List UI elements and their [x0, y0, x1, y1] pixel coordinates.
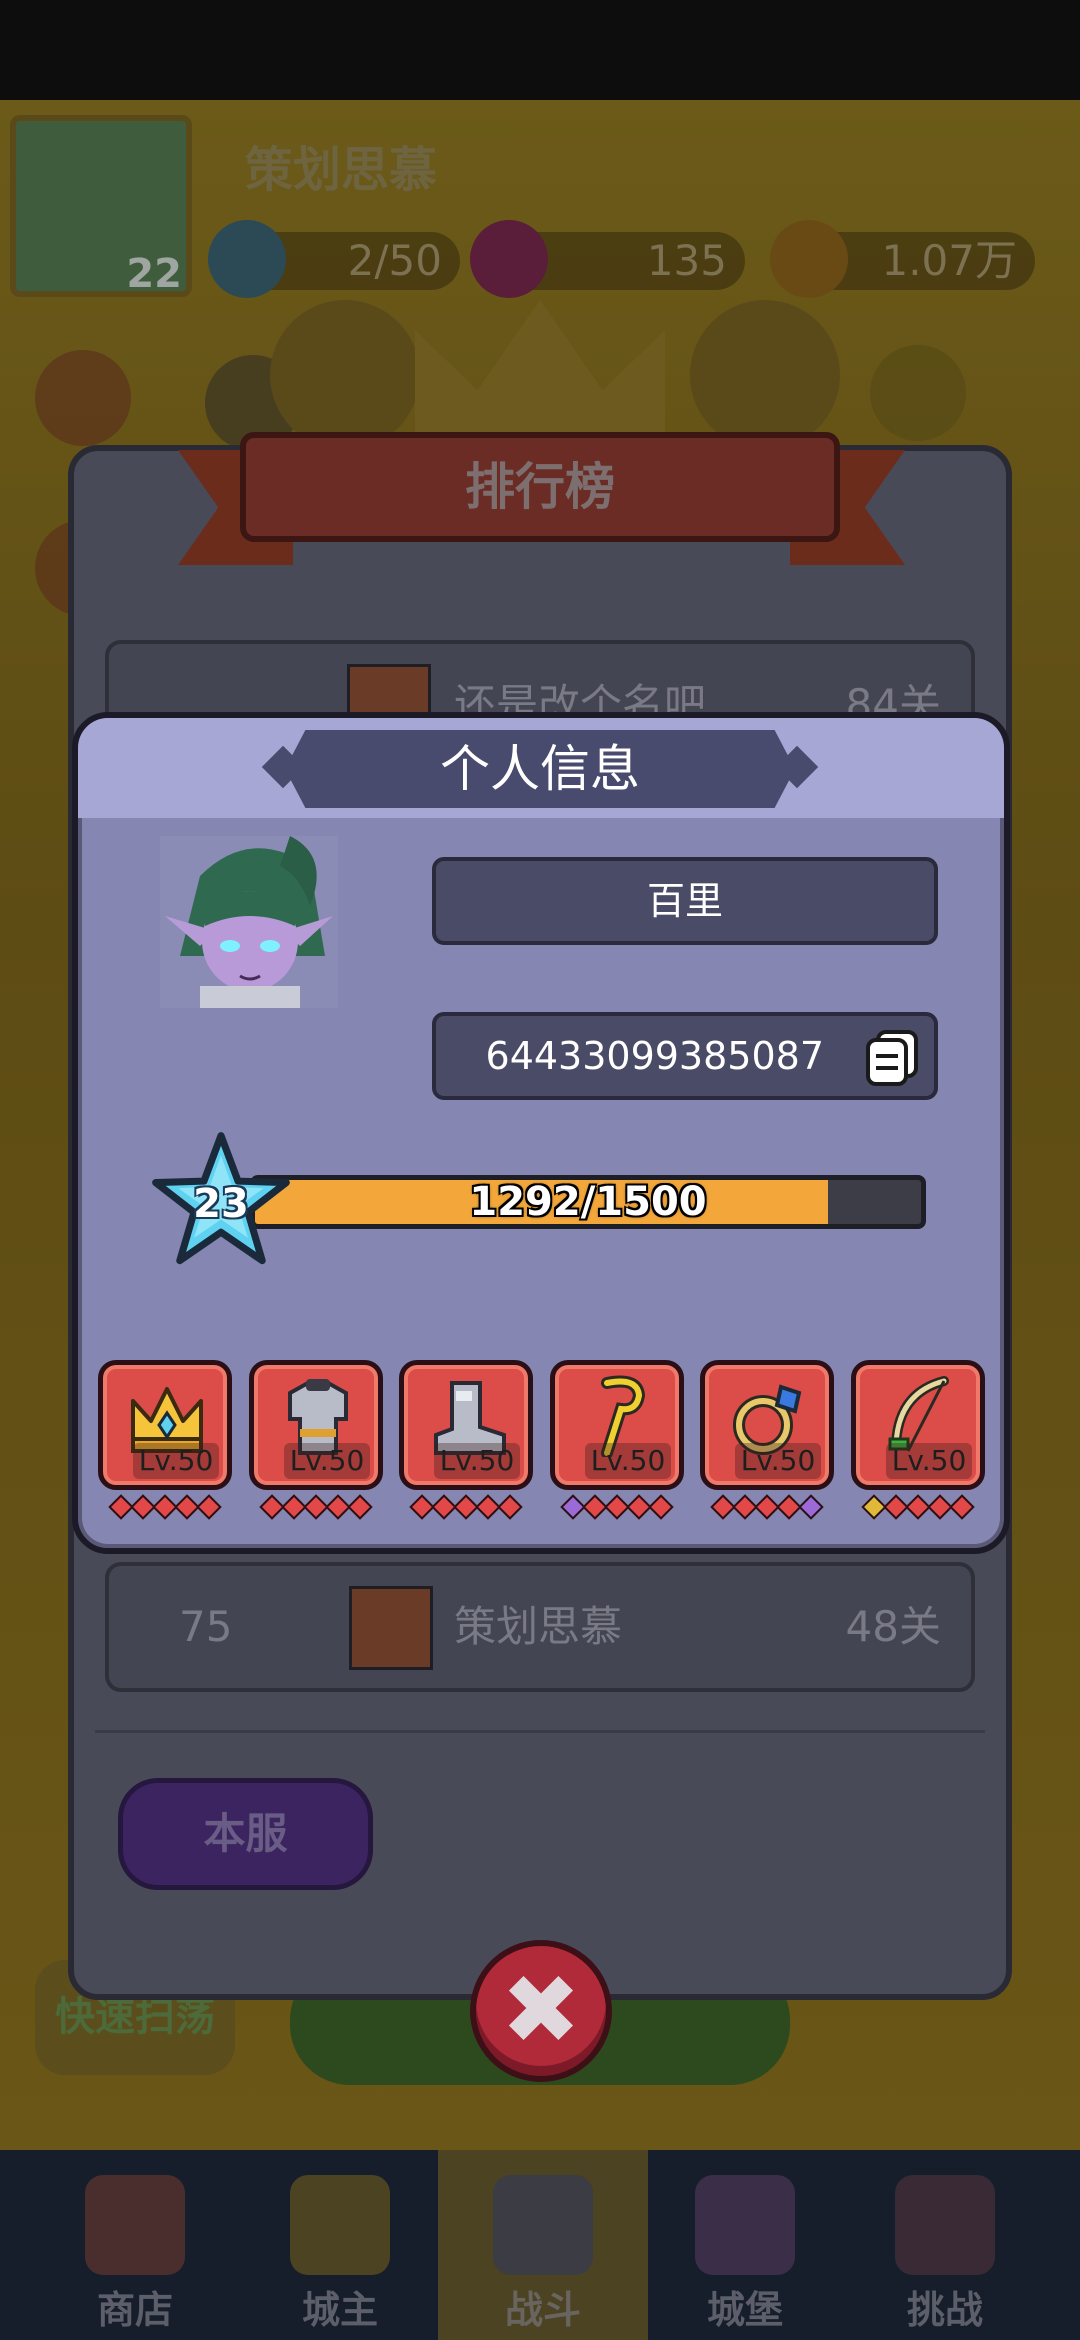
- equipment-slot[interactable]: Lv.50: [98, 1360, 232, 1490]
- gem-red: [949, 1494, 975, 1520]
- player-level: 22: [126, 251, 182, 297]
- player-id-value: 64433099385087: [485, 1034, 824, 1078]
- settings-gear-icon[interactable]: [35, 350, 131, 446]
- xp-progress-text: 1292/1500: [469, 1179, 707, 1225]
- gem-red: [497, 1494, 523, 1520]
- status-bar: [0, 0, 1080, 100]
- row-avatar: [349, 1586, 433, 1670]
- player-avatar[interactable]: 22: [10, 115, 192, 297]
- equipment-gems: [399, 1494, 533, 1520]
- player-name-value: 百里: [646, 879, 723, 923]
- swords-icon: [493, 2175, 593, 2275]
- equipment-slot[interactable]: Lv.50: [550, 1360, 684, 1490]
- hero-avatar: [160, 836, 338, 1008]
- laurel-right-icon: [690, 300, 840, 450]
- ranking-row-self[interactable]: 75 策划思慕 48关: [105, 1562, 975, 1692]
- shop-icon: [85, 2175, 185, 2275]
- gem-red: [648, 1494, 674, 1520]
- gem-red: [347, 1494, 373, 1520]
- castle-icon: [695, 2175, 795, 2275]
- equipment-gems: [98, 1494, 232, 1520]
- nav-battle[interactable]: 战斗: [438, 2150, 648, 2340]
- nav-challenge-label: 挑战: [906, 2288, 983, 2332]
- energy-icon[interactable]: [208, 220, 286, 298]
- equipment-level: Lv.50: [735, 1443, 821, 1479]
- row-stage: 48关: [845, 1602, 941, 1651]
- divider: [95, 1730, 985, 1733]
- nav-castle-label: 城堡: [706, 2288, 783, 2332]
- equipment-level: Lv.50: [284, 1443, 370, 1479]
- crown-nav-icon: [290, 2175, 390, 2275]
- close-button[interactable]: ✖: [470, 1940, 612, 2082]
- player-level-number: 23: [193, 1181, 249, 1227]
- popup-title: 个人信息: [440, 740, 640, 798]
- equipment-gems: [550, 1494, 684, 1520]
- equipment-slot[interactable]: Lv.50: [851, 1360, 985, 1490]
- row-player-name: 策划思慕: [454, 1602, 623, 1651]
- row-rank: 75: [179, 1602, 233, 1651]
- nav-battle-label: 战斗: [504, 2288, 581, 2332]
- player-id-field: 64433099385087: [432, 1012, 938, 1100]
- equipment-slot[interactable]: Lv.50: [399, 1360, 533, 1490]
- server-tab-button[interactable]: 本服: [118, 1778, 373, 1890]
- equipment-slot[interactable]: Lv.50: [249, 1360, 383, 1490]
- demon-icon: [895, 2175, 995, 2275]
- ranking-title: 排行榜: [240, 432, 840, 542]
- gold-coin-icon[interactable]: [770, 220, 848, 298]
- equipment-gems: [249, 1494, 383, 1520]
- equipment-level: Lv.50: [585, 1443, 671, 1479]
- gem-purple: [798, 1494, 824, 1520]
- close-icon: ✖: [500, 1954, 582, 2066]
- nav-lord[interactable]: 城主: [235, 2150, 445, 2340]
- equipment-gems: [851, 1494, 985, 1520]
- gem-red: [196, 1494, 222, 1520]
- equipment-level: Lv.50: [886, 1443, 972, 1479]
- equipment-level: Lv.50: [133, 1443, 219, 1479]
- equipment-level: Lv.50: [434, 1443, 520, 1479]
- rank-star-icon[interactable]: [870, 345, 966, 441]
- nav-lord-label: 城主: [301, 2288, 378, 2332]
- equipment-slot[interactable]: Lv.50: [700, 1360, 834, 1490]
- nav-shop-label: 商店: [96, 2288, 173, 2332]
- copy-icon[interactable]: [862, 1028, 922, 1088]
- nav-shop[interactable]: 商店: [30, 2150, 240, 2340]
- equipment-gems: [700, 1494, 834, 1520]
- nav-castle[interactable]: 城堡: [640, 2150, 850, 2340]
- nav-challenge[interactable]: 挑战: [840, 2150, 1050, 2340]
- player-name-field: 百里: [432, 857, 938, 945]
- player-name: 策划思慕: [245, 142, 438, 198]
- gem-icon[interactable]: [470, 220, 548, 298]
- laurel-left-icon: [270, 300, 420, 450]
